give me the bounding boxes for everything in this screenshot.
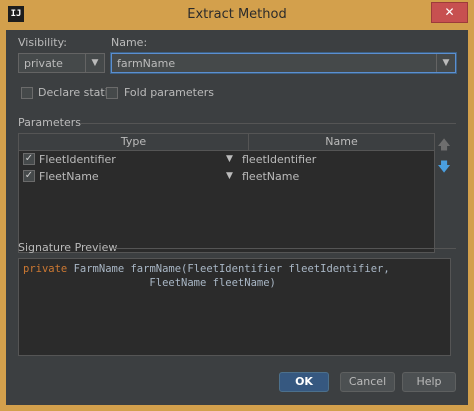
parameter-checkbox[interactable]: ✓ xyxy=(23,170,35,182)
extract-method-dialog: IJ Extract Method ✕ Visibility: private … xyxy=(0,0,474,411)
name-label: Name: xyxy=(111,36,148,49)
table-row[interactable]: ✓ FleetName ▼ fleetName xyxy=(19,168,434,185)
help-button[interactable]: Help xyxy=(402,372,456,392)
parameter-checkbox[interactable]: ✓ xyxy=(23,153,35,165)
parameters-separator xyxy=(80,123,456,124)
visibility-value: private xyxy=(24,57,63,70)
arrow-down-icon[interactable]: 🡇 xyxy=(437,158,451,180)
ok-button[interactable]: OK xyxy=(279,372,329,392)
fold-parameters-label: Fold parameters xyxy=(124,86,215,99)
signature-line-1-text: FarmName farmName(FleetIdentifier fleetI… xyxy=(67,263,390,275)
column-header-name[interactable]: Name xyxy=(249,134,434,151)
close-button[interactable]: ✕ xyxy=(431,2,468,23)
type-dropdown-icon[interactable]: ▼ xyxy=(226,151,233,168)
declare-static-checkbox[interactable] xyxy=(21,87,33,99)
type-dropdown-icon[interactable]: ▼ xyxy=(226,168,233,185)
table-row[interactable]: ✓ FleetIdentifier ▼ fleetIdentifier xyxy=(19,151,434,168)
column-header-type[interactable]: Type xyxy=(19,134,249,151)
chevron-down-icon[interactable]: ▼ xyxy=(85,54,104,72)
cancel-button[interactable]: Cancel xyxy=(340,372,395,392)
signature-separator xyxy=(114,248,456,249)
chevron-down-icon[interactable]: ▼ xyxy=(436,54,455,72)
window-border-bottom xyxy=(0,405,474,411)
title-bar[interactable]: IJ Extract Method ✕ xyxy=(0,0,474,30)
signature-preview-label: Signature Preview xyxy=(18,241,118,254)
signature-line-1: private FarmName farmName(FleetIdentifie… xyxy=(23,262,390,276)
dialog-title: Extract Method xyxy=(187,7,287,22)
visibility-dropdown[interactable]: private ▼ xyxy=(18,53,105,73)
method-name-value: farmName xyxy=(117,57,176,70)
parameter-type: FleetName xyxy=(39,170,99,183)
declare-static-label: Declare static xyxy=(38,86,114,99)
parameters-table: Type Name ✓ FleetIdentifier ▼ fleetIdent… xyxy=(18,133,435,253)
visibility-label: Visibility: xyxy=(18,36,68,49)
fold-parameters-checkbox[interactable] xyxy=(106,87,118,99)
parameters-label: Parameters xyxy=(18,116,81,129)
signature-line-2: FleetName fleetName) xyxy=(23,277,276,289)
signature-preview: private FarmName farmName(FleetIdentifie… xyxy=(18,258,451,356)
parameter-name[interactable]: fleetName xyxy=(242,168,299,185)
keyword-private: private xyxy=(23,263,68,275)
method-name-field[interactable]: farmName ▼ xyxy=(111,53,456,73)
dialog-content: Visibility: private ▼ Name: farmName ▼ D… xyxy=(6,30,468,405)
arrow-up-icon[interactable]: 🡅 xyxy=(437,136,451,158)
window-border-right xyxy=(468,30,474,411)
parameter-type: FleetIdentifier xyxy=(39,153,116,166)
parameter-name[interactable]: fleetIdentifier xyxy=(242,151,316,168)
